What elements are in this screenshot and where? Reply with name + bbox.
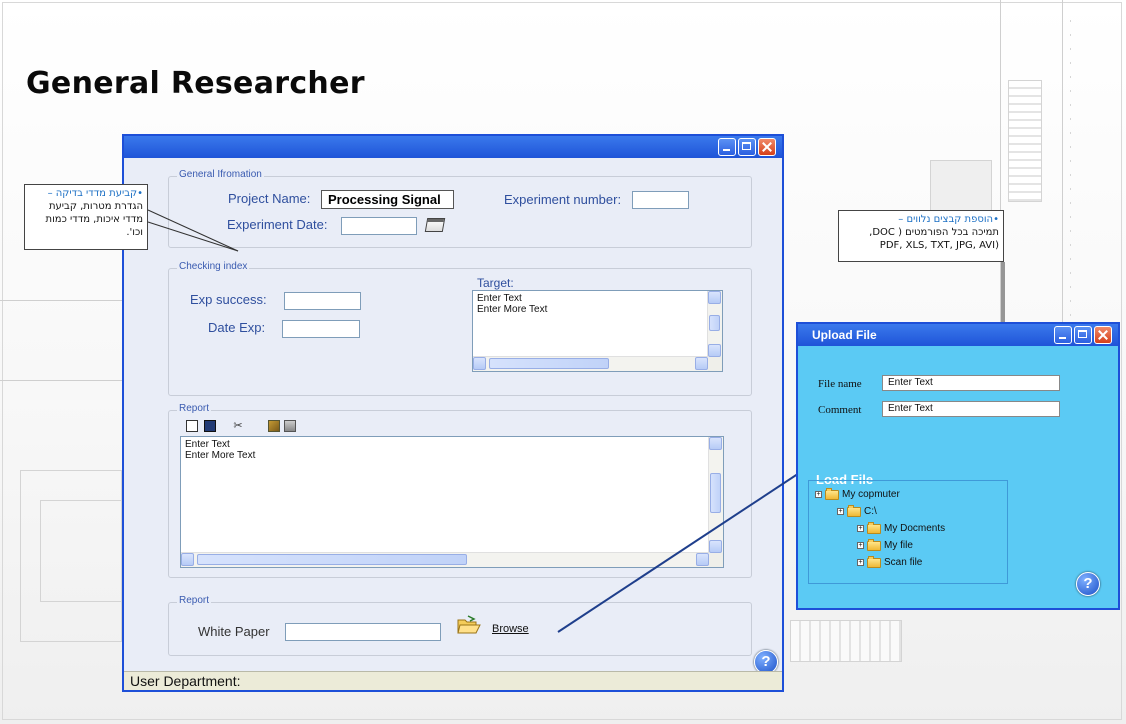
close-button[interactable] <box>1094 326 1112 344</box>
comment-field[interactable]: Enter Text <box>882 401 1060 417</box>
window-titlebar: Upload File <box>798 324 1118 346</box>
tree-item-c-drive[interactable]: + C:\ <box>837 504 877 517</box>
file-name-label: File name <box>818 378 862 390</box>
tree-item-label: My file <box>884 540 913 551</box>
expand-icon[interactable]: + <box>815 491 822 498</box>
expand-icon[interactable]: + <box>857 525 864 532</box>
window-controls <box>1054 326 1112 344</box>
tree-item-my-computer[interactable]: + My copmuter <box>815 487 900 500</box>
folder-icon <box>825 487 839 500</box>
comment-label: Comment <box>818 404 862 416</box>
callout-line: תמיכה בכל הפורמטים ( DOC, <box>869 227 999 238</box>
maximize-button[interactable] <box>1074 326 1092 344</box>
file-tree: + My copmuter + C:\ + My Docments + My file … <box>808 480 1008 584</box>
folder-icon <box>867 555 881 568</box>
callout-line: (PDF, XLS, TXT, JPG, AVI <box>879 240 999 251</box>
expand-icon[interactable]: + <box>857 542 864 549</box>
folder-icon <box>867 521 881 534</box>
callout-attachments: •הוספת קבצים נלווים – תמיכה בכל הפורמטים… <box>838 210 1004 262</box>
minimize-button[interactable] <box>1054 326 1072 344</box>
window-title: Upload File <box>812 328 877 342</box>
tree-item-scan-file[interactable]: + Scan file <box>857 555 923 568</box>
expand-icon[interactable]: + <box>857 559 864 566</box>
tree-item-my-file[interactable]: + My file <box>857 538 913 551</box>
folder-icon <box>847 504 861 517</box>
tree-item-label: My copmuter <box>842 489 900 500</box>
tree-item-label: My Docments <box>884 523 946 534</box>
tree-item-my-docments[interactable]: + My Docments <box>857 521 946 534</box>
upload-file-window: Upload File File name Enter Text Comment… <box>796 322 1120 610</box>
tree-item-label: C:\ <box>864 506 877 517</box>
help-icon[interactable]: ? <box>1076 572 1100 596</box>
tree-item-label: Scan file <box>884 557 923 568</box>
folder-icon <box>867 538 881 551</box>
callout-line: •הוספת קבצים נלווים – <box>898 214 999 225</box>
expand-icon[interactable]: + <box>837 508 844 515</box>
file-name-field[interactable]: Enter Text <box>882 375 1060 391</box>
